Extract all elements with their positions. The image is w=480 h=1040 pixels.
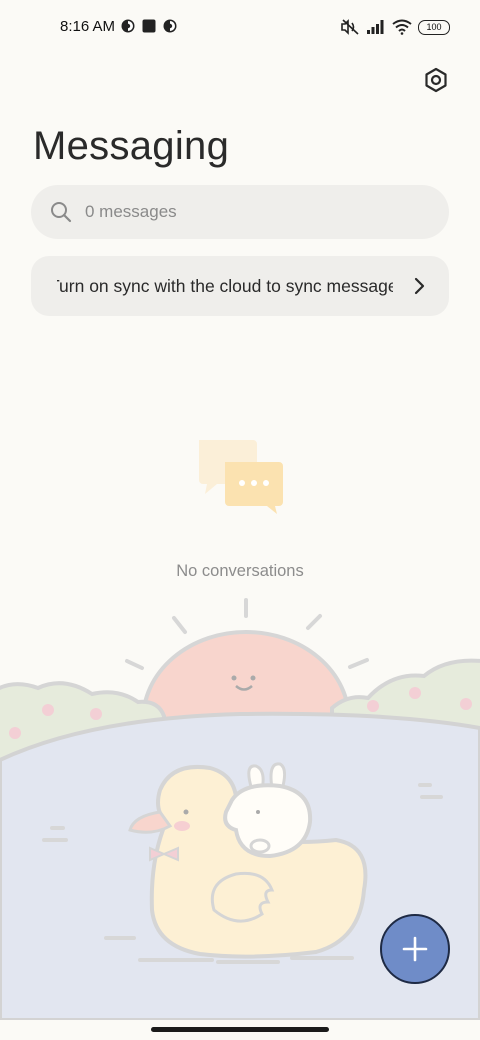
sync-banner-text-container: Turn on sync with the cloud to sync mess…: [57, 256, 393, 316]
empty-state-label: No conversations: [176, 562, 304, 580]
mute-icon: [341, 19, 359, 35]
search-input[interactable]: [83, 201, 407, 223]
settings-icon: [425, 67, 447, 93]
status-right-icons: 100: [340, 18, 450, 36]
settings-button[interactable]: [420, 64, 452, 96]
plus-icon: [402, 936, 428, 962]
status-bar: 8:16 AM 100: [0, 0, 480, 56]
sync-banner[interactable]: Turn on sync with the cloud to sync mess…: [31, 256, 449, 316]
search-bar[interactable]: [31, 185, 449, 239]
square-notification-icon: [142, 19, 156, 33]
home-indicator[interactable]: [151, 1027, 329, 1032]
chevron-right-icon: [414, 277, 425, 295]
battery-icon: 100: [418, 19, 450, 35]
new-message-button[interactable]: [380, 914, 450, 984]
chat-bubbles-icon: [199, 440, 283, 514]
signal-icon: [367, 20, 384, 34]
status-left-icons: [121, 19, 177, 33]
status-time: 8:16 AM: [60, 18, 116, 35]
notification-icon: [163, 19, 177, 33]
sync-banner-text: Turn on sync with the cloud to sync mess…: [57, 276, 393, 296]
wifi-icon: [392, 19, 412, 35]
notification-icon: [121, 19, 135, 33]
search-icon: [51, 202, 72, 223]
page-title: Messaging: [33, 124, 230, 168]
